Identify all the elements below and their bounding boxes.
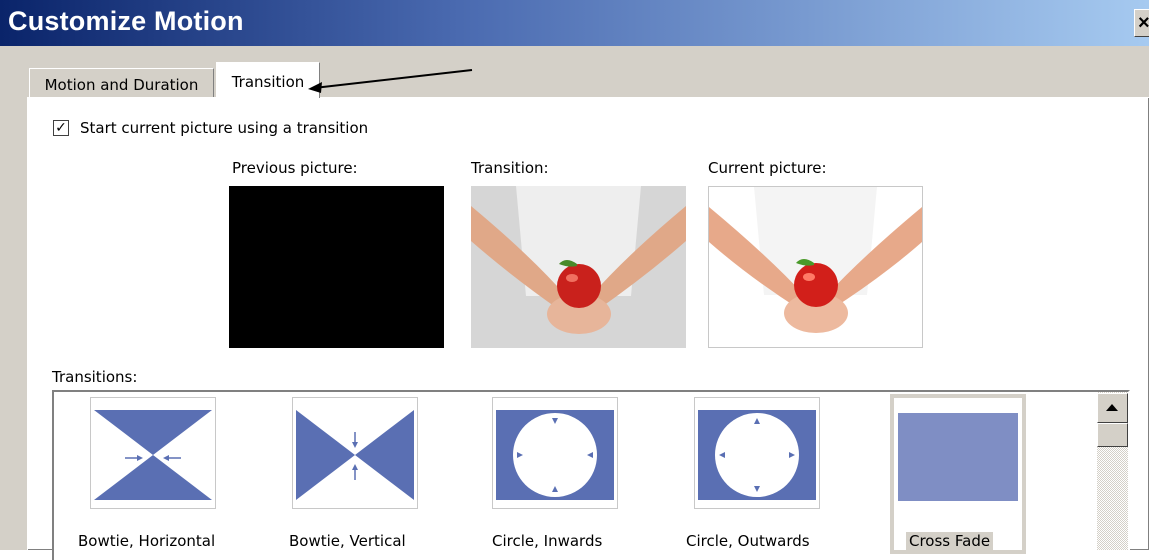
window-title: Customize Motion <box>8 6 244 36</box>
close-button[interactable]: × <box>1134 9 1149 37</box>
tab-motion-and-duration[interactable]: Motion and Duration <box>29 68 214 98</box>
previous-picture-label: Previous picture: <box>232 159 358 177</box>
current-picture-label: Current picture: <box>708 159 827 177</box>
previous-picture-preview <box>229 186 444 348</box>
circle-outwards-icon <box>698 410 816 500</box>
transition-label-cross-fade: Cross Fade <box>906 532 994 550</box>
bowtie-horizontal-icon <box>94 410 212 500</box>
current-picture-preview <box>708 186 923 348</box>
scroll-thumb[interactable] <box>1097 423 1128 447</box>
transition-bowtie-horizontal[interactable] <box>90 397 216 509</box>
apple-hands-image-icon <box>471 186 686 348</box>
scroll-up-arrow-icon <box>1106 404 1118 411</box>
use-transition-label[interactable]: Start current picture using a transition <box>80 119 368 137</box>
title-bar: Customize Motion × <box>0 0 1149 46</box>
use-transition-checkbox[interactable]: ✓ <box>53 120 69 136</box>
transition-preview <box>471 186 686 348</box>
transition-label-circle-outwards: Circle, Outwards <box>686 532 810 550</box>
scroll-up-button[interactable] <box>1097 393 1128 423</box>
apple-hands-image-icon <box>709 187 922 347</box>
cross-fade-icon <box>898 413 1018 501</box>
transitions-label: Transitions: <box>52 368 138 386</box>
annotation-arrow-icon <box>308 69 473 93</box>
transition-circle-outwards[interactable] <box>694 397 820 509</box>
transition-label-circle-inwards: Circle, Inwards <box>492 532 603 550</box>
bowtie-vertical-icon <box>296 410 414 500</box>
transition-bowtie-vertical[interactable] <box>292 397 418 509</box>
circle-inwards-icon <box>496 410 614 500</box>
transition-preview-label: Transition: <box>471 159 549 177</box>
transition-label-bowtie-vertical: Bowtie, Vertical <box>289 532 406 550</box>
transition-circle-inwards[interactable] <box>492 397 618 509</box>
transition-cross-fade[interactable] <box>890 394 1026 554</box>
transition-label-bowtie-horizontal: Bowtie, Horizontal <box>78 532 216 550</box>
